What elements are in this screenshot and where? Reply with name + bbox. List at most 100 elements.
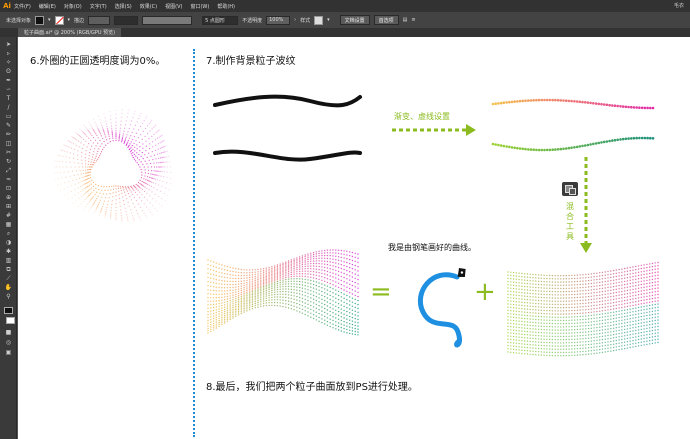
- particle-dot: [81, 130, 83, 133]
- particle-dot: [608, 139, 611, 143]
- curvature-tool-icon[interactable]: ∽: [4, 86, 13, 93]
- eraser-tool-icon[interactable]: ◫: [4, 140, 13, 147]
- column-graph-tool-icon[interactable]: ▥: [4, 257, 13, 264]
- particle-dot: [637, 319, 640, 321]
- scissors-tool-icon[interactable]: ✂: [4, 149, 13, 156]
- brush-field[interactable]: [142, 15, 193, 25]
- fill-color-icon[interactable]: [4, 307, 13, 314]
- particle-dot: [593, 336, 595, 339]
- menu-icon[interactable]: ≡: [411, 17, 415, 23]
- pencil-tool-icon[interactable]: ✏: [4, 131, 13, 138]
- selection-tool-icon[interactable]: ➤: [4, 41, 13, 48]
- menu-window[interactable]: 窗口(W): [190, 3, 209, 10]
- direct-select-tool-icon[interactable]: ▹: [4, 50, 13, 57]
- line-tool-icon[interactable]: /: [4, 104, 13, 111]
- stroke-color-icon[interactable]: [6, 317, 15, 324]
- particle-dot: [524, 340, 526, 342]
- particle-dot: [354, 252, 356, 254]
- chevron-down-icon[interactable]: ▾: [48, 17, 51, 23]
- symbol-sprayer-tool-icon[interactable]: ✱: [4, 248, 13, 255]
- particle-dot: [585, 328, 587, 330]
- free-transform-tool-icon[interactable]: ⊡: [4, 185, 13, 192]
- mesh-tool-icon[interactable]: #: [4, 212, 13, 219]
- particle-dot: [629, 282, 631, 285]
- variable-width-field[interactable]: [114, 15, 139, 25]
- type-tool-icon[interactable]: T: [4, 95, 13, 102]
- rotate-tool-icon[interactable]: ↻: [4, 158, 13, 165]
- menu-view[interactable]: 视图(V): [165, 3, 182, 10]
- lasso-tool-icon[interactable]: ʘ: [4, 68, 13, 75]
- stroke-swatch[interactable]: [54, 15, 64, 25]
- shape-builder-tool-icon[interactable]: ⊕: [4, 194, 13, 201]
- profile-select[interactable]: 5 点圆形: [202, 15, 239, 25]
- particle-dot: [515, 349, 517, 351]
- opacity-field[interactable]: 100%: [266, 15, 291, 25]
- chevron-down-icon[interactable]: ▾: [68, 17, 71, 23]
- stroke-weight-field[interactable]: [88, 15, 111, 25]
- menu-edit[interactable]: 编辑(E): [39, 3, 56, 10]
- artboard[interactable]: 6.外圈的正圆透明度调为0%。 7.制作背景粒子波纹 渐变、虚线设置 混 合 工…: [18, 37, 690, 439]
- scale-tool-icon[interactable]: ⤢: [4, 167, 13, 174]
- particle-dot: [524, 321, 526, 323]
- particle-dot: [593, 333, 595, 335]
- color-mode-icon[interactable]: ■: [4, 329, 13, 336]
- particle-dot: [512, 281, 515, 283]
- slice-tool-icon[interactable]: ⟋: [4, 275, 13, 282]
- menu-file[interactable]: 文件(F): [14, 3, 31, 10]
- particle-dot: [166, 161, 168, 163]
- artboard-tool-icon[interactable]: ⧉: [4, 266, 13, 273]
- particle-dot: [589, 101, 592, 105]
- menu-type[interactable]: 文字(T): [90, 3, 107, 10]
- blend-tool-icon[interactable]: ◑: [4, 239, 13, 246]
- particle-dot: [254, 273, 256, 276]
- draw-mode-icon[interactable]: ◎: [4, 339, 13, 346]
- workspace-label[interactable]: 毛衣: [674, 2, 684, 9]
- hand-tool-icon[interactable]: ✋: [4, 284, 13, 291]
- rectangle-tool-icon[interactable]: ▭: [4, 113, 13, 120]
- particle-dot: [613, 104, 617, 107]
- chevron-right-icon[interactable]: ›: [294, 17, 296, 23]
- particle-dot: [246, 279, 248, 282]
- width-tool-icon[interactable]: ≈: [4, 176, 13, 183]
- particle-dot: [559, 147, 563, 151]
- particle-dot: [532, 353, 534, 356]
- particle-dot: [610, 280, 612, 282]
- fill-swatch[interactable]: [35, 15, 45, 25]
- particle-dot: [321, 266, 323, 268]
- menu-select[interactable]: 选择(S): [115, 3, 132, 10]
- particle-dot: [78, 146, 80, 148]
- pen-tool-icon[interactable]: ✒: [4, 77, 13, 84]
- particle-dot: [551, 342, 554, 344]
- gradient-tool-icon[interactable]: ▦: [4, 221, 13, 228]
- particle-dot: [151, 128, 153, 130]
- zoom-tool-icon[interactable]: ⚲: [4, 293, 13, 300]
- particle-dot: [207, 276, 209, 279]
- particle-dot: [607, 283, 609, 285]
- menu-help[interactable]: 帮助(H): [217, 3, 235, 10]
- particle-dot: [557, 300, 559, 302]
- particle-dot: [98, 188, 100, 191]
- magic-wand-tool-icon[interactable]: ✧: [4, 59, 13, 66]
- preferences-button[interactable]: 首选项: [373, 15, 399, 25]
- style-swatch[interactable]: [314, 15, 324, 25]
- blend-tool-icon[interactable]: [562, 182, 578, 196]
- arrange-icon[interactable]: ▤: [403, 17, 408, 23]
- eyedropper-tool-icon[interactable]: ⌕: [4, 230, 13, 237]
- screen-mode-icon[interactable]: ▣: [4, 349, 13, 356]
- particle-dot: [576, 344, 579, 347]
- particle-dot: [349, 329, 351, 331]
- perspective-grid-tool-icon[interactable]: ⊞: [4, 203, 13, 210]
- particle-dot: [262, 284, 265, 286]
- menu-effect[interactable]: 效果(C): [140, 3, 157, 10]
- document-tab[interactable]: 粒子曲面.ai* @ 200% (RGB/GPU 预览): [18, 28, 122, 37]
- particle-dot: [74, 166, 76, 168]
- particle-dot: [329, 271, 331, 273]
- particle-dot: [232, 306, 234, 309]
- paintbrush-tool-icon[interactable]: ✎: [4, 122, 13, 129]
- particle-dot: [354, 324, 356, 327]
- chevron-down-icon[interactable]: ▾: [327, 17, 330, 23]
- particle-dot: [290, 291, 292, 293]
- particle-dot: [340, 308, 342, 310]
- doc-setup-button[interactable]: 文档设置: [339, 15, 370, 25]
- menu-object[interactable]: 对象(O): [64, 3, 82, 10]
